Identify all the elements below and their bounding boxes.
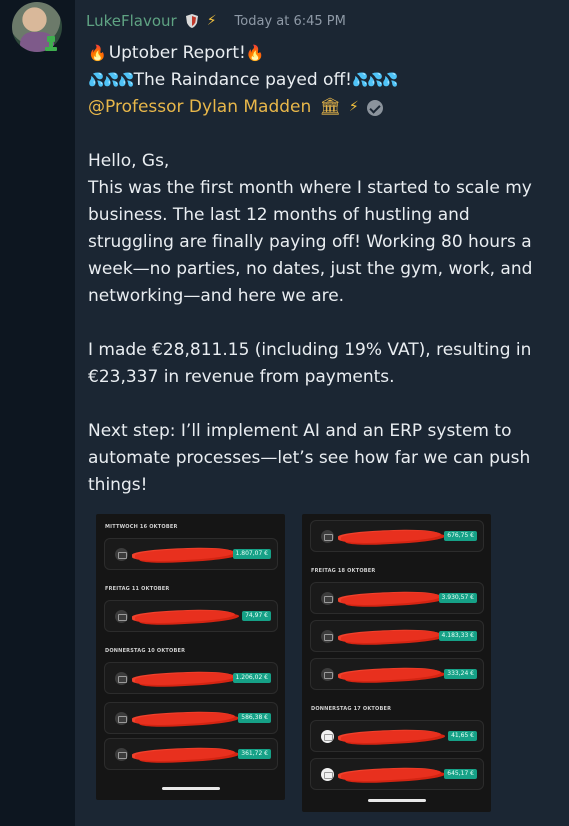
- amount-badge: 333,24 €: [444, 669, 477, 679]
- amount-badge: 676,75 €: [444, 531, 477, 541]
- paragraph-line: struggling are finally paying off! Worki…: [88, 232, 532, 252]
- paragraph-line: networking—and here we are.: [88, 286, 345, 306]
- paragraph-line: things!: [88, 475, 148, 495]
- user-mention[interactable]: @Professor Dylan Madden: [88, 94, 311, 121]
- amount-badge: 3.930,57 €: [438, 593, 477, 603]
- amount-badge: 1.206,02 €: [232, 673, 271, 683]
- payment-icon: [115, 672, 128, 685]
- redaction: [340, 528, 442, 545]
- amount-badge: 4.183,33 €: [438, 631, 477, 641]
- chess-king-icon: [45, 36, 57, 51]
- message-body: 🔥 Uptober Report! 🔥 💦💦💦 The Raindance pa…: [88, 40, 558, 499]
- redaction: [340, 628, 442, 645]
- mention-line: @Professor Dylan Madden 🏛 ⚡: [88, 94, 558, 121]
- fire-icon: 🔥: [88, 44, 107, 62]
- day-label: FREITAG 11 OKTOBER: [105, 586, 170, 592]
- classical-building-icon: 🏛: [319, 97, 341, 117]
- redaction: [134, 670, 236, 687]
- redaction: [340, 728, 442, 745]
- payment-card: 1.206,02 €: [104, 662, 278, 694]
- amount-badge: 361,72 €: [238, 749, 271, 759]
- attachment-image-right[interactable]: 676,75 € FREITAG 18 OKTOBER 3.930,57 € 4…: [302, 514, 491, 812]
- verified-icon: [366, 99, 383, 116]
- message-header: LukeFlavour ⚡ Today at 6:45 PM: [86, 8, 346, 34]
- fire-icon: 🔥: [245, 44, 265, 62]
- payment-card: 41,65 €: [310, 720, 484, 752]
- sweat-drops-icon: 💦💦💦: [351, 73, 399, 88]
- amount-badge: 1.807,07 €: [232, 549, 271, 559]
- paragraph-line: This was the first month where I started…: [88, 178, 532, 198]
- redaction: [340, 766, 442, 783]
- payment-card: 645,17 €: [310, 758, 484, 790]
- payment-icon: [321, 630, 334, 643]
- shield-icon: [185, 14, 198, 28]
- payment-card: 4.183,33 €: [310, 620, 484, 652]
- payment-icon: [115, 548, 128, 561]
- message-container: LukeFlavour ⚡ Today at 6:45 PM 🔥 Uptober…: [75, 0, 569, 826]
- greeting: Hello, Gs,: [88, 151, 170, 171]
- payment-icon: [321, 668, 334, 681]
- message-subtitle: The Raindance payed off!: [133, 70, 352, 90]
- redaction: [134, 546, 236, 563]
- paragraph-line: business. The last 12 months of hustling…: [88, 205, 470, 225]
- amount-badge: 74,97 €: [242, 611, 271, 621]
- left-gutter: [0, 0, 75, 826]
- paragraph-line: Next step: I’ll implement AI and an ERP …: [88, 421, 512, 441]
- title-line: 🔥 Uptober Report! 🔥: [88, 40, 558, 67]
- payment-icon: [321, 730, 334, 743]
- attachment-image-left[interactable]: MITTWOCH 16 OKTOBER 1.807,07 € FREITAG 1…: [96, 514, 285, 800]
- payment-card: 3.930,57 €: [310, 582, 484, 614]
- paragraph-line: week—no parties, no dates, just the gym,…: [88, 259, 533, 279]
- payment-card: 586,38 €: [104, 702, 278, 734]
- payment-icon: [115, 610, 128, 623]
- payment-icon: [115, 748, 128, 761]
- payment-icon: [321, 530, 334, 543]
- sweat-drops-icon: 💦💦💦: [88, 73, 135, 88]
- amount-badge: 586,38 €: [238, 713, 271, 723]
- amount-badge: 645,17 €: [444, 769, 477, 779]
- bolt-icon: ⚡: [206, 13, 217, 29]
- home-indicator: [368, 799, 426, 802]
- redaction: [134, 608, 236, 625]
- day-label: FREITAG 18 OKTOBER: [311, 568, 376, 574]
- payment-card: 361,72 €: [104, 738, 278, 770]
- paragraph-line: €23,337 in revenue from payments.: [88, 367, 395, 387]
- home-indicator: [162, 787, 220, 790]
- amount-badge: 41,65 €: [448, 731, 477, 741]
- payment-icon: [321, 768, 334, 781]
- redaction: [134, 710, 236, 727]
- redaction: [340, 666, 442, 683]
- username[interactable]: LukeFlavour: [86, 12, 177, 30]
- payment-card: 1.807,07 €: [104, 538, 278, 570]
- day-label: DONNERSTAG 10 OKTOBER: [105, 648, 186, 654]
- subtitle-line: 💦💦💦 The Raindance payed off! 💦💦💦: [88, 67, 558, 94]
- paragraph-line: automate processes—let’s see how far we …: [88, 448, 531, 468]
- bolt-icon: ⚡: [348, 99, 359, 115]
- redaction: [134, 746, 236, 763]
- payment-card: 333,24 €: [310, 658, 484, 690]
- payment-card: 676,75 €: [310, 520, 484, 552]
- message-title: Uptober Report!: [108, 43, 246, 63]
- payment-icon: [115, 712, 128, 725]
- day-label: MITTWOCH 16 OKTOBER: [105, 524, 178, 530]
- paragraph-line: I made €28,811.15 (including 19% VAT), r…: [88, 340, 532, 360]
- payment-icon: [321, 592, 334, 605]
- payment-card: 74,97 €: [104, 600, 278, 632]
- timestamp: Today at 6:45 PM: [234, 13, 346, 29]
- day-label: DONNERSTAG 17 OKTOBER: [311, 706, 392, 712]
- redaction: [340, 590, 442, 607]
